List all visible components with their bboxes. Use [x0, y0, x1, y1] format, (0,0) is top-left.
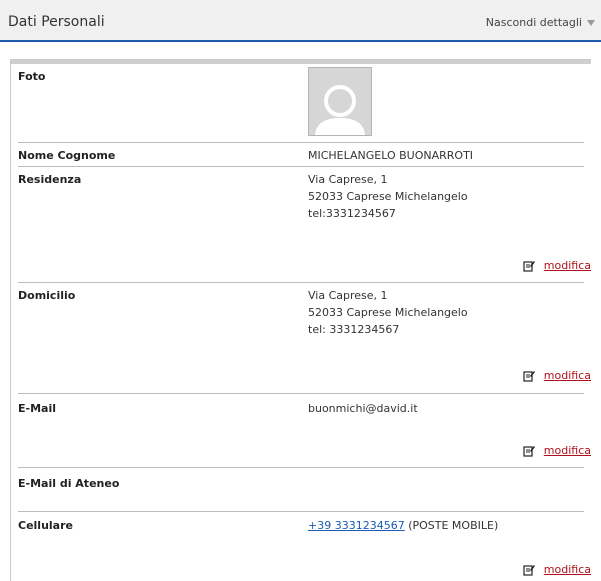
label-residenza: Residenza [18, 173, 82, 186]
edit-label: modifica [543, 563, 591, 576]
personal-data-panel: Foto Nome Cognome MICHELANGELO BUONARROT… [10, 59, 591, 581]
edit-document-icon [523, 445, 535, 457]
edit-label: modifica [543, 259, 591, 272]
residenza-line: Via Caprese, 1 [308, 173, 388, 186]
label-domicilio: Domicilio [18, 289, 76, 302]
carrier-label: (POSTE MOBILE) [408, 519, 499, 532]
divider [18, 282, 584, 283]
value-email: buonmichi@david.it [308, 402, 418, 415]
domicilio-line: 52033 Caprese Michelangelo [308, 306, 468, 319]
label-email-ateneo: E-Mail di Ateneo [18, 477, 120, 490]
domicilio-line: tel: 3331234567 [308, 323, 400, 336]
hide-details-toggle[interactable]: Nascondi dettagli [486, 16, 595, 29]
triangle-down-icon [587, 19, 595, 26]
divider [18, 142, 584, 143]
edit-document-icon [523, 370, 535, 382]
divider [18, 511, 584, 512]
label-cellulare: Cellulare [18, 519, 73, 532]
label-nome-cognome: Nome Cognome [18, 149, 116, 162]
divider [18, 393, 584, 394]
section-title: Dati Personali [8, 14, 105, 30]
divider [18, 166, 584, 167]
edit-residenza-link[interactable]: modifica [523, 259, 591, 272]
panel-top-border [11, 60, 591, 64]
divider [18, 467, 584, 468]
residenza-line: 52033 Caprese Michelangelo [308, 190, 468, 203]
edit-cellulare-link[interactable]: modifica [523, 563, 591, 576]
avatar-placeholder [308, 67, 372, 136]
label-foto: Foto [18, 70, 46, 83]
edit-label: modifica [543, 369, 591, 382]
edit-domicilio-link[interactable]: modifica [523, 369, 591, 382]
value-cellulare: +39 3331234567 (POSTE MOBILE) [308, 517, 498, 534]
edit-document-icon [523, 260, 535, 272]
edit-label: modifica [543, 444, 591, 457]
user-placeholder-icon [315, 85, 365, 135]
domicilio-line: Via Caprese, 1 [308, 289, 388, 302]
hide-details-label: Nascondi dettagli [485, 16, 582, 29]
section-header: Dati Personali Nascondi dettagli [0, 0, 601, 42]
edit-document-icon [523, 564, 535, 576]
value-nome-cognome: MICHELANGELO BUONARROTI [308, 149, 474, 162]
value-domicilio: Via Caprese, 1 52033 Caprese Michelangel… [308, 287, 468, 338]
value-residenza: Via Caprese, 1 52033 Caprese Michelangel… [308, 171, 468, 222]
edit-email-link[interactable]: modifica [523, 444, 591, 457]
phone-link[interactable]: +39 3331234567 [308, 519, 405, 532]
residenza-line: tel:3331234567 [308, 207, 396, 220]
label-email: E-Mail [18, 402, 56, 415]
